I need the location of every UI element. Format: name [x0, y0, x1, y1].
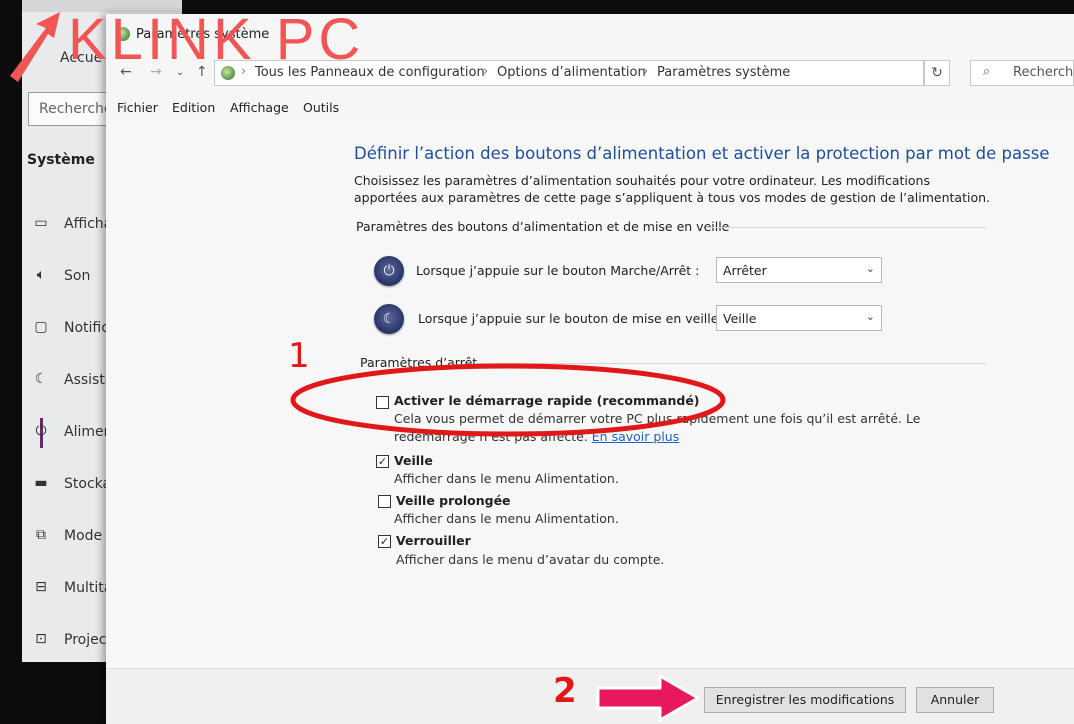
refresh-icon[interactable]: ↻ [924, 60, 950, 86]
fast-startup-description: Cela vous permet de démarrer votre PC pl… [394, 410, 994, 446]
display-icon: ▭ [34, 215, 48, 231]
storage-icon: ▬ [34, 475, 48, 491]
nav-item-label: Son [64, 268, 91, 284]
hibernate-option-description: Afficher dans le menu Alimentation. [394, 511, 619, 526]
chevron-down-icon: ⌄ [865, 262, 875, 275]
sleep-button-action-select[interactable]: Veille ⌄ [716, 305, 882, 331]
hibernate-checkbox[interactable] [378, 495, 391, 508]
sleep-button-icon: ☾ [374, 304, 404, 334]
sleep-button-action-value: Veille [723, 311, 757, 326]
shutdown-section-title: Paramètres d’arrêt [360, 355, 478, 370]
menu-view[interactable]: Affichage [230, 100, 289, 115]
lock-checkbox[interactable]: ✓ [378, 535, 391, 548]
buttons-section-title: Paramètres des boutons d’alimentation et… [356, 219, 730, 234]
menu-file[interactable]: Fichier [117, 100, 158, 115]
power-button-action-select[interactable]: Arrêter ⌄ [716, 257, 882, 283]
lock-option-description: Afficher dans le menu d’avatar du compte… [396, 552, 665, 567]
step-2-marker: 2 [553, 671, 577, 711]
hibernate-option-label: Veille prolongée [396, 493, 511, 508]
tablet-mode-icon: ⧉ [36, 527, 46, 543]
sleep-option-label: Veille [394, 453, 433, 468]
focus-assist-icon: ☾ [34, 371, 48, 387]
power-button-label: Lorsque j’appuie sur le bouton Marche/Ar… [416, 263, 700, 278]
cancel-button[interactable]: Annuler [916, 687, 994, 713]
dialog-footer: Enregistrer les modifications Annuler [106, 668, 1074, 724]
power-settings-content: Définir l’action des boutons d’alimentat… [106, 122, 1074, 724]
search-icon: ⌕ [983, 64, 991, 79]
step-1-marker: 1 [288, 336, 310, 376]
fast-startup-checkbox[interactable] [376, 396, 389, 409]
nav-item-label: Mode t [64, 528, 113, 544]
breadcrumb-separator-icon: › [643, 64, 649, 79]
breadcrumb-item[interactable]: Paramètres système [657, 65, 790, 80]
learn-more-link[interactable]: En savoir plus [592, 429, 679, 444]
section-divider [476, 363, 986, 364]
section-divider [706, 227, 986, 228]
menu-bar: Fichier Edition Affichage Outils [106, 92, 1074, 123]
power-button-icon: ⏻ [374, 256, 404, 286]
control-panel-window: Paramètres système ← → ⌄ ↑ › Tous les Pa… [106, 14, 1074, 724]
power-button-action-value: Arrêter [723, 263, 767, 278]
power-icon: ⏻ [35, 423, 47, 439]
save-changes-button[interactable]: Enregistrer les modifications [704, 687, 906, 713]
notifications-icon: ▢ [34, 319, 48, 335]
menu-edit[interactable]: Edition [172, 100, 215, 115]
sleep-button-label: Lorsque j’appuie sur le bouton de mise e… [418, 311, 727, 326]
watermark-logo: KLINK PC [68, 7, 365, 72]
sleep-checkbox[interactable]: ✓ [376, 455, 389, 468]
page-description: Choisissez les paramètres d’alimentation… [354, 173, 990, 205]
search-placeholder: Recherche [1013, 65, 1074, 80]
menu-tools[interactable]: Outils [303, 100, 339, 115]
sound-icon: 🔈︎ [36, 267, 46, 283]
breadcrumb-separator-icon: › [483, 64, 489, 79]
page-title: Définir l’action des boutons d’alimentat… [354, 144, 1050, 163]
projection-icon: ⊡ [35, 631, 47, 647]
fast-startup-label: Activer le démarrage rapide (recommandé) [394, 393, 700, 408]
system-section-title: Système [27, 152, 95, 168]
breadcrumb-item[interactable]: Options d’alimentation [497, 65, 646, 80]
control-panel-search-input[interactable]: ⌕ Recherche [970, 60, 1074, 86]
sleep-option-description: Afficher dans le menu Alimentation. [394, 471, 619, 486]
multitasking-icon: ⊟ [35, 579, 47, 595]
lock-option-label: Verrouiller [396, 533, 471, 548]
chevron-down-icon: ⌄ [865, 310, 875, 323]
